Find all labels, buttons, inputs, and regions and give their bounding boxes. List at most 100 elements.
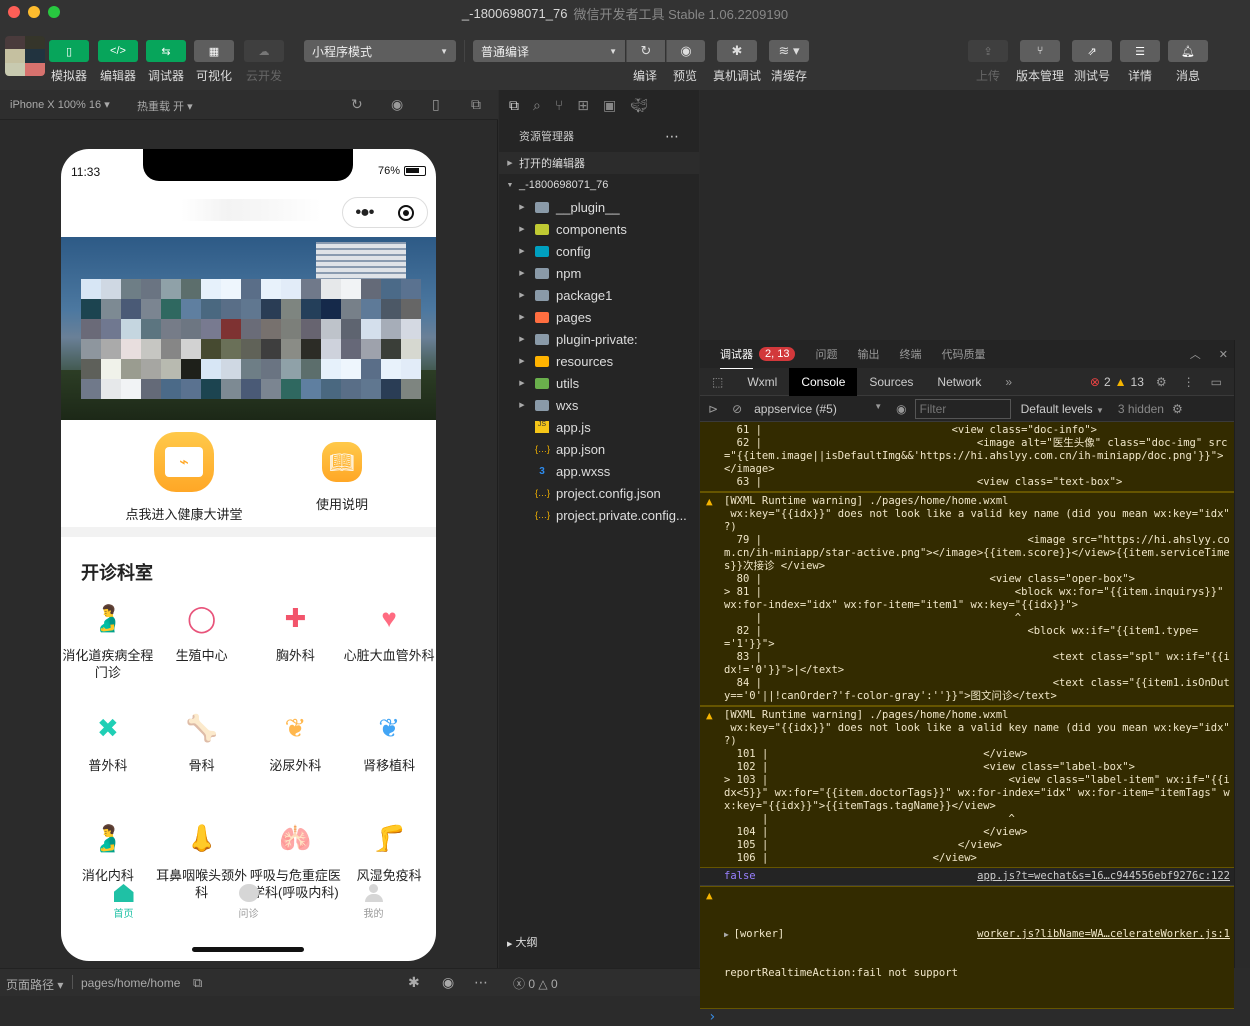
dock-icon[interactable]: ▭ — [1199, 368, 1234, 396]
department-item[interactable]: ◯ 生殖中心 — [155, 601, 249, 691]
close-window-button[interactable] — [8, 6, 20, 18]
mode-select[interactable]: 小程序模式 ▼ — [304, 40, 456, 62]
tab-terminal[interactable]: 终端 — [899, 346, 921, 362]
extensions-icon[interactable]: ⊞ — [577, 97, 589, 114]
eye-icon[interactable]: ◉ — [442, 974, 454, 991]
tab-code-quality[interactable]: 代码质量 — [941, 346, 985, 362]
department-item[interactable]: ❦ 肾移植科 — [342, 711, 436, 801]
phone-icon[interactable]: ▯ — [432, 96, 440, 113]
problems-summary[interactable]: ⓧ 0 △ 0 — [513, 975, 558, 992]
close-target-icon[interactable] — [398, 204, 415, 221]
tab-consult[interactable]: 问诊 — [209, 884, 289, 934]
source-link[interactable]: app.js?t=wechat&s=16…c944556ebf9276c:122 — [977, 870, 1230, 883]
file-tree-item[interactable]: ▶ package1 — [499, 284, 699, 306]
devtools-scrollbar[interactable] — [1234, 340, 1250, 968]
more-actions-icon[interactable]: ⋯ — [665, 128, 679, 145]
bug-icon[interactable]: ✱ — [408, 974, 420, 991]
panel-wxml[interactable]: Wxml — [735, 368, 789, 396]
test-account-button[interactable]: ⇗ 测试号 — [1069, 40, 1115, 84]
clear-cache-button[interactable]: ≋ ▾ — [769, 40, 809, 62]
user-guide-entry[interactable]: 📖︎ 使用说明 — [302, 442, 382, 513]
editor-button[interactable]: </> 编辑器 — [95, 40, 141, 84]
maximize-window-button[interactable] — [48, 6, 60, 18]
remote-debug-button[interactable]: ✱ — [717, 40, 757, 62]
context-select[interactable]: appservice (#5) ▼ — [748, 402, 888, 416]
tab-debugger[interactable]: 调试器 — [720, 340, 753, 369]
more-dots-icon[interactable]: •●• — [356, 204, 375, 222]
levels-select[interactable]: Default levels ▼ — [1011, 402, 1114, 416]
filter-input[interactable] — [914, 398, 1011, 419]
issue-counts[interactable]: ⊗ 2 ▲ 13 — [1090, 375, 1144, 389]
file-tree-item[interactable]: ▶ __plugin__ — [499, 196, 699, 218]
cloud-dev-button[interactable]: ☁ 云开发 — [241, 40, 287, 84]
settings-icon[interactable]: ⚙ — [1168, 402, 1187, 416]
project-root[interactable]: ▼ _-1800698071_76 — [499, 174, 699, 196]
close-icon[interactable]: ✕ — [1219, 348, 1228, 361]
expand-toggle[interactable]: ▶ [worker] — [724, 928, 784, 941]
compile-button[interactable]: ↻ — [626, 40, 665, 62]
inspect-element-icon[interactable]: ⬚ — [700, 368, 735, 396]
file-tree-item[interactable]: ▶ resources — [499, 350, 699, 372]
details-button[interactable]: ☰ 详情 — [1117, 40, 1163, 84]
minimize-window-button[interactable] — [28, 6, 40, 18]
page-path-select[interactable]: 页面路径 ▾ — [6, 976, 63, 993]
department-item[interactable]: ✖ 普外科 — [61, 711, 155, 801]
file-tree-item[interactable]: JS app.js — [499, 416, 699, 438]
device-select[interactable]: iPhone X 100% 16 ▾ — [10, 98, 110, 111]
file-tree-item[interactable]: ▶ wxs — [499, 394, 699, 416]
docker-icon[interactable]: 🐳︎ — [630, 97, 648, 114]
record-stop-icon[interactable]: ◉ — [391, 96, 403, 113]
user-avatar[interactable] — [5, 36, 45, 76]
more-panels-icon[interactable]: » — [993, 368, 1024, 396]
file-tree-item[interactable]: ▶ config — [499, 240, 699, 262]
eye-icon[interactable]: ◉ — [888, 402, 914, 416]
console-prompt[interactable]: › — [700, 1009, 1234, 1026]
kebab-menu-icon[interactable]: ⋮ — [1179, 368, 1199, 396]
file-tree-item[interactable]: ▶ utils — [499, 372, 699, 394]
file-tree-item[interactable]: {…} project.private.config... — [499, 504, 699, 526]
panel-console[interactable]: Console — [789, 367, 858, 396]
files-icon[interactable]: ⧉ — [509, 97, 519, 114]
department-item[interactable]: ♥ 心脏大血管外科 — [342, 601, 436, 691]
tab-home[interactable]: 首页 — [84, 884, 164, 934]
panel-sources[interactable]: Sources — [857, 368, 925, 396]
department-item[interactable]: 🦴 骨科 — [155, 711, 249, 801]
settings-icon[interactable]: ⚙ — [1144, 368, 1179, 396]
tab-mine[interactable]: 我的 — [334, 884, 414, 934]
version-control-button[interactable]: ⑂ 版本管理 — [1014, 40, 1066, 84]
upload-button[interactable]: ⇪ 上传 — [965, 40, 1011, 84]
source-link[interactable]: worker.js?libName=WA…celerateWorker.js:1 — [977, 928, 1230, 941]
hospital-banner[interactable] — [61, 237, 436, 420]
save-icon[interactable]: ▣ — [603, 97, 616, 114]
file-tree-item[interactable]: ▶ pages — [499, 306, 699, 328]
open-editors-section[interactable]: ▶ 打开的编辑器 — [499, 152, 699, 174]
sidebar-toggle-icon[interactable]: ⊳ — [700, 402, 726, 416]
file-tree-item[interactable]: ▶ plugin-private: — [499, 328, 699, 350]
department-item[interactable]: ✚ 胸外科 — [249, 601, 343, 691]
chevron-up-icon[interactable]: ︿ — [1190, 346, 1201, 362]
file-tree-item[interactable]: {…} app.json — [499, 438, 699, 460]
messages-button[interactable]: 🔔︎ 消息 — [1165, 40, 1211, 84]
hot-reload-select[interactable]: 热重载 开 ▾ — [137, 98, 193, 114]
visual-button[interactable]: ▦ 可视化 — [191, 40, 237, 84]
tab-problems[interactable]: 问题 — [815, 346, 837, 362]
preview-button[interactable]: ◉ — [666, 40, 705, 62]
source-control-icon[interactable]: ⑂ — [555, 97, 563, 113]
debugger-button[interactable]: ⇆ 调试器 — [143, 40, 189, 84]
file-tree-item[interactable]: ▶ components — [499, 218, 699, 240]
department-item[interactable]: 🫃 消化道疾病全程门诊 — [61, 601, 155, 691]
clear-console-icon[interactable]: ⊘ — [726, 402, 748, 416]
detach-window-icon[interactable]: ⧉ — [471, 96, 481, 113]
copy-icon[interactable]: ⧉ — [193, 975, 202, 991]
department-item[interactable]: ❦ 泌尿外科 — [249, 711, 343, 801]
simulator-button[interactable]: ▯ 模拟器 — [46, 40, 92, 84]
outline-section[interactable]: ▶ 大纲 — [499, 928, 699, 968]
file-tree-item[interactable]: {…} project.config.json — [499, 482, 699, 504]
search-icon[interactable]: ⌕ — [533, 97, 541, 114]
file-tree-item[interactable]: ▶ npm — [499, 262, 699, 284]
health-lecture-entry[interactable]: ⌁ 点我进入健康大讲堂 — [124, 432, 244, 523]
file-tree-item[interactable]: 3 app.wxss — [499, 460, 699, 482]
more-icon[interactable]: ⋯ — [474, 974, 488, 991]
rotate-icon[interactable]: ↻ — [351, 96, 363, 113]
compile-select[interactable]: 普通编译 ▼ — [473, 40, 625, 62]
